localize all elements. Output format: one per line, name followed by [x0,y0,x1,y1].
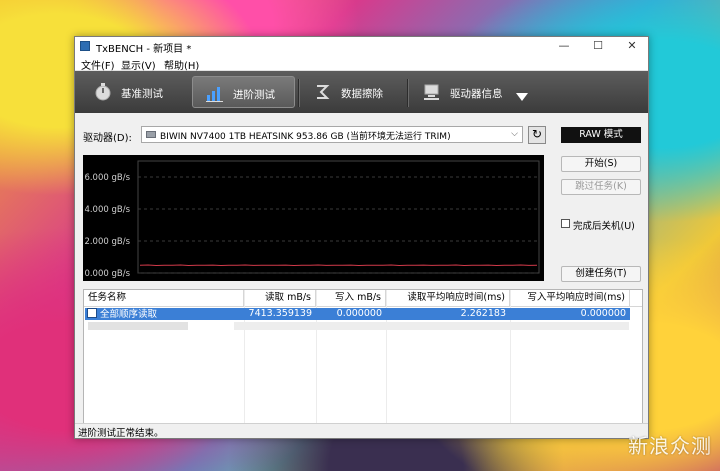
drive-label: 驱动器(D): [83,133,132,144]
toolbar-divider [407,79,409,107]
col-task-name[interactable]: 任务名称 [84,290,244,306]
y-tick-label: 6.000 gB/s [84,173,130,183]
refresh-icon: ↻ [531,127,543,141]
series-line [139,264,538,267]
drive-select[interactable]: BIWIN NV7400 1TB HEATSINK 953.86 GB (当前环… [141,126,523,143]
blurred-row-values [234,322,629,330]
stopwatch-icon [95,83,111,101]
app-icon [80,41,90,51]
tab-drive-info[interactable]: 驱动器信息 [410,76,510,108]
col-write[interactable]: 写入 mB/s [316,290,386,306]
title-bar: TxBENCH - 新项目 * — ☐ ✕ [75,37,648,55]
header-divider [84,306,642,307]
erase-icon [317,85,330,99]
raw-mode-badge[interactable]: RAW 模式 [561,127,641,143]
toolbar-divider [298,79,300,107]
write-latency-cell: 0.000000 [580,308,626,319]
shutdown-label: 完成后关机(U) [573,221,635,232]
task-icon [87,308,97,318]
tab-advanced[interactable]: 进阶测试 [192,76,295,108]
status-bar: 进阶测试正常结束。 [75,423,648,439]
read-latency-cell: 2.262183 [460,308,506,319]
menu-help[interactable]: 帮助(H) [164,57,199,72]
tab-label: 驱动器信息 [450,88,503,100]
checkbox-box[interactable] [561,219,570,228]
tab-label: 基准测试 [121,88,163,100]
table-row[interactable]: 全部顺序读取 7413.359139 0.000000 2.262183 0.0… [85,308,630,320]
refresh-button[interactable]: ↻ [528,126,546,144]
task-name-cell: 全部顺序读取 [85,308,244,320]
y-tick-label: 2.000 gB/s [84,237,130,247]
menu-file[interactable]: 文件(F) [81,57,115,72]
throughput-chart: 6.000 gB/s 4.000 gB/s 2.000 gB/s 0.000 gB/s [83,155,544,281]
more-dropdown-icon[interactable] [516,93,528,101]
tab-label: 进阶测试 [233,89,275,101]
drive-select-value: BIWIN NV7400 1TB HEATSINK 953.86 GB (当前环… [160,132,451,142]
drive-icon [146,131,156,138]
menu-bar: 文件(F) 显示(V) 帮助(H) [75,55,648,72]
col-write-latency[interactable]: 写入平均响应时间(ms) [510,290,630,306]
write-cell: 0.000000 [336,308,382,319]
status-text: 进阶测试正常结束。 [78,428,164,439]
tab-label: 数据擦除 [341,88,383,100]
tab-erase[interactable]: 数据擦除 [301,76,406,108]
minimize-button[interactable]: — [547,37,581,55]
maximize-button[interactable]: ☐ [581,37,615,55]
watermark: 新浪众测 [628,434,712,458]
start-button[interactable]: 开始(S) [561,156,641,172]
col-read[interactable]: 读取 mB/s [244,290,316,306]
bar-chart-icon [206,87,223,102]
read-cell: 7413.359139 [248,308,312,319]
y-tick-label: 4.000 gB/s [84,205,130,215]
col-read-latency[interactable]: 读取平均响应时间(ms) [386,290,510,306]
window-title: TxBENCH - 新项目 * [96,44,192,55]
blurred-row [88,322,188,330]
close-button[interactable]: ✕ [615,37,649,55]
chart-svg: 6.000 gB/s 4.000 gB/s 2.000 gB/s 0.000 gB/s [84,160,540,279]
plot-frame [137,160,540,274]
drive-info-icon [424,84,439,100]
menu-view[interactable]: 显示(V) [121,57,156,72]
task-name: 全部顺序读取 [100,309,158,320]
toolbar: 基准测试 进阶测试 数据擦除 驱动器信息 [75,71,648,113]
tab-benchmark[interactable]: 基准测试 [81,76,186,108]
app-window: TxBENCH - 新项目 * — ☐ ✕ 文件(F) 显示(V) 帮助(H) … [74,36,649,439]
create-task-button[interactable]: 创建任务(T) [561,266,641,282]
y-tick-label: 0.000 gB/s [84,269,130,279]
skip-task-button[interactable]: 跳过任务(K) [561,179,641,195]
task-table: 任务名称 读取 mB/s 写入 mB/s 读取平均响应时间(ms) 写入平均响应… [83,289,643,424]
chevron-down-icon: ⌵ [511,129,518,139]
